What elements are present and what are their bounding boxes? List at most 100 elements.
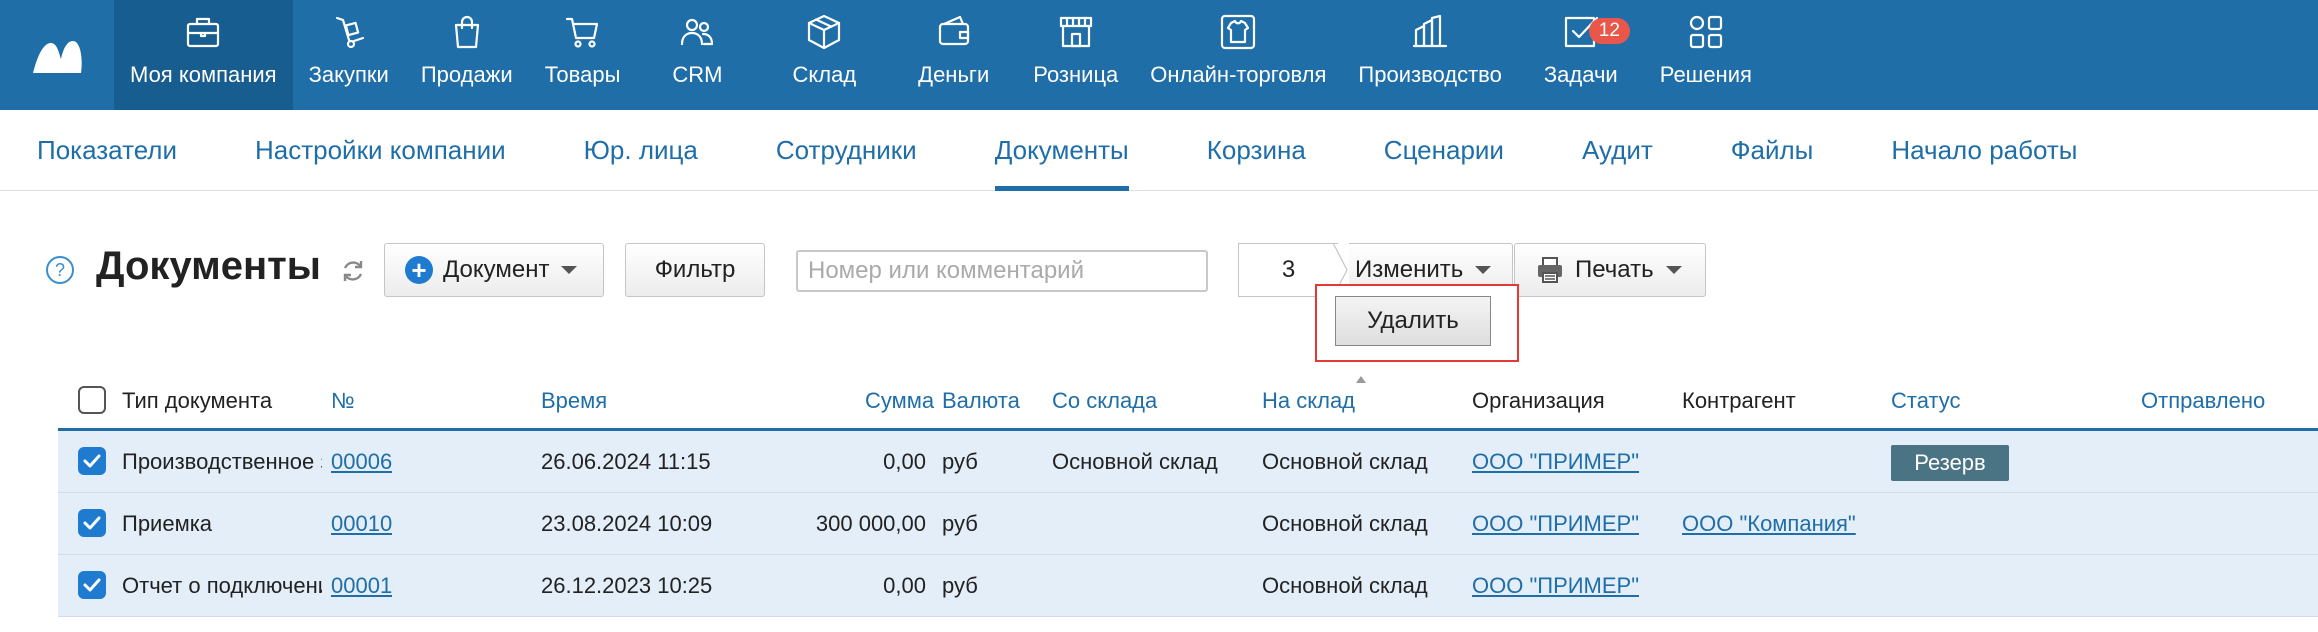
chevron-down-icon	[1665, 266, 1682, 274]
chevron-down-icon	[561, 266, 578, 274]
table-row[interactable]: Производственное задание 00006 26.06.202…	[58, 431, 2318, 493]
cell-organization-link[interactable]: ООО "ПРИМЕР"	[1472, 573, 1639, 599]
cell-currency: руб	[942, 511, 978, 536]
delete-button[interactable]: Удалить	[1335, 296, 1491, 346]
cell-from-store: Основной склад	[1052, 449, 1218, 474]
nav-label: Склад	[792, 62, 857, 87]
filter-label: Фильтр	[654, 256, 736, 283]
nav-purchases[interactable]: Закупки	[293, 0, 405, 110]
table-row[interactable]: Приемка 00010 23.08.2024 10:09 300 000,0…	[58, 493, 2318, 555]
chevron-down-icon	[1475, 266, 1492, 274]
tab-audit[interactable]: Аудит	[1582, 110, 1653, 190]
tab-company-settings[interactable]: Настройки компании	[255, 110, 506, 190]
tab-legal-entities[interactable]: Юр. лица	[584, 110, 698, 190]
box-icon	[808, 14, 841, 50]
header-time[interactable]: Время	[541, 388, 607, 414]
nav-label: Розница	[1033, 62, 1119, 87]
nav-products[interactable]: Товары	[529, 0, 637, 110]
nav-sales[interactable]: Продажи	[405, 0, 529, 110]
cell-time: 23.08.2024 10:09	[541, 511, 713, 536]
nav-my-company[interactable]: Моя компания	[114, 0, 293, 110]
add-document-button[interactable]: + Документ	[384, 243, 604, 297]
refresh-icon[interactable]	[340, 258, 366, 284]
nav-label: CRM	[672, 62, 723, 87]
cell-time: 26.06.2024 11:15	[541, 449, 711, 474]
check-icon	[83, 454, 101, 468]
row-checkbox[interactable]	[78, 447, 106, 475]
app-logo[interactable]	[0, 0, 114, 110]
row-checkbox[interactable]	[78, 509, 106, 537]
nav-solutions[interactable]: Решения	[1644, 0, 1768, 110]
header-type[interactable]: Тип документа	[122, 388, 272, 414]
tab-trash[interactable]: Корзина	[1207, 110, 1306, 190]
select-all-checkbox[interactable]	[78, 386, 106, 414]
header-status[interactable]: Статус	[1891, 388, 1961, 414]
cell-to-store: Основной склад	[1262, 449, 1428, 474]
header-sent[interactable]: Отправлено	[2141, 388, 2265, 414]
change-dropdown-menu: Удалить	[1315, 284, 1519, 362]
page-title: Документы	[96, 244, 321, 288]
nav-money[interactable]: Деньги	[890, 0, 1017, 110]
briefcase-icon	[187, 17, 220, 48]
cell-time: 26.12.2023 10:25	[541, 573, 713, 598]
nav-label: Решения	[1659, 62, 1752, 87]
nav-online-trade[interactable]: Онлайн-торговля	[1134, 0, 1342, 110]
help-icon[interactable]: ?	[46, 256, 74, 284]
factory-icon	[1413, 14, 1448, 48]
cell-sum: 0,00	[883, 449, 926, 474]
shopping-bag-icon	[454, 15, 479, 49]
table-row[interactable]: Отчет о подключении 00001 26.12.2023 10:…	[58, 555, 2318, 617]
nav-warehouse[interactable]: Склад	[759, 0, 891, 110]
cell-organization-link[interactable]: ООО "ПРИМЕР"	[1472, 511, 1639, 537]
nav-production[interactable]: Производство	[1342, 0, 1517, 110]
cell-organization-link[interactable]: ООО "ПРИМЕР"	[1472, 449, 1639, 475]
people-icon	[681, 18, 714, 46]
nav-label: Товары	[544, 62, 621, 87]
tab-files[interactable]: Файлы	[1731, 110, 1814, 190]
tab-indicators[interactable]: Показатели	[37, 110, 177, 190]
search-input[interactable]	[796, 250, 1208, 292]
nav-crm[interactable]: CRM	[636, 0, 758, 110]
wallet-icon	[938, 15, 969, 46]
tab-getting-started[interactable]: Начало работы	[1891, 110, 2077, 190]
cell-to-store: Основной склад	[1262, 511, 1428, 536]
cell-number-link[interactable]: 00001	[331, 573, 392, 599]
cell-type: Приемка	[122, 511, 213, 536]
status-badge: Резерв	[1891, 445, 2009, 481]
nav-label: Закупки	[308, 62, 389, 87]
cell-currency: руб	[942, 573, 978, 598]
documents-table: Тип документа № Время Сумма Валюта Со ск…	[58, 370, 2318, 617]
row-checkbox[interactable]	[78, 571, 106, 599]
logo-icon	[33, 41, 82, 73]
header-sum[interactable]: Сумма	[865, 388, 934, 414]
apps-grid-icon	[1689, 15, 1722, 49]
cell-sum: 0,00	[883, 573, 926, 598]
header-from-store[interactable]: Со склада	[1052, 388, 1157, 414]
tasks-count-badge: 12	[1588, 18, 1630, 44]
change-label: Изменить	[1355, 256, 1464, 283]
cart-dolly-icon	[335, 16, 364, 49]
header-currency[interactable]: Валюта	[942, 388, 1020, 414]
header-counterparty[interactable]: Контрагент	[1682, 388, 1796, 414]
nav-retail[interactable]: Розница	[1017, 0, 1134, 110]
cell-counterparty-link[interactable]: ООО "Компания"	[1682, 511, 1856, 537]
header-number[interactable]: №	[331, 388, 355, 414]
tab-scenarios[interactable]: Сценарии	[1384, 110, 1504, 190]
tab-documents[interactable]: Документы	[994, 110, 1129, 191]
nav-label: Задачи	[1543, 62, 1618, 87]
header-organization[interactable]: Организация	[1472, 388, 1605, 414]
cell-number-link[interactable]: 00010	[331, 511, 392, 537]
cell-type: Производственное задание	[122, 449, 322, 474]
store-icon	[1059, 16, 1092, 48]
nav-label: Продажи	[420, 62, 513, 87]
filter-button[interactable]: Фильтр	[625, 243, 765, 297]
nav-tasks[interactable]: 12 Задачи	[1518, 0, 1644, 110]
nav-label: Деньги	[918, 62, 990, 87]
check-icon	[83, 578, 101, 592]
header-to-store[interactable]: На склад	[1262, 388, 1355, 414]
plus-icon: +	[405, 256, 433, 284]
cell-number-link[interactable]: 00006	[331, 449, 392, 475]
tab-employees[interactable]: Сотрудники	[776, 110, 917, 190]
cell-currency: руб	[942, 449, 978, 474]
print-button[interactable]: Печать	[1514, 243, 1706, 297]
